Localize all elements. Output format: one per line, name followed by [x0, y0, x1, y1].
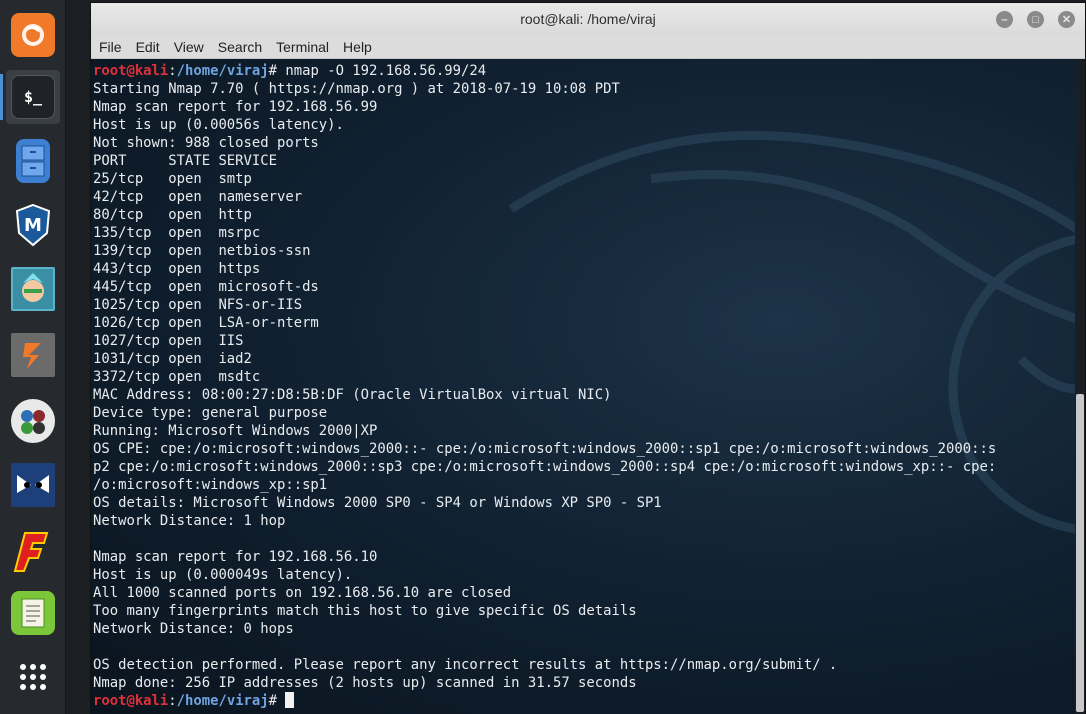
svg-text:M: M [24, 215, 42, 236]
output-line: 1025/tcp open NFS-or-IIS [93, 297, 303, 313]
leafpad-icon [11, 591, 55, 635]
menu-search[interactable]: Search [218, 39, 262, 55]
dock-item-burpsuite[interactable] [6, 328, 60, 382]
menu-view[interactable]: View [174, 39, 204, 55]
output-line: Starting Nmap 7.70 ( https://nmap.org ) … [93, 81, 620, 97]
output-line: All 1000 scanned ports on 192.168.56.10 … [93, 585, 512, 601]
dock-item-terminal[interactable]: $_ [0, 70, 60, 124]
output-line: Nmap scan report for 192.168.56.10 [93, 549, 378, 565]
output-line: 3372/tcp open msdtc [93, 369, 261, 385]
menu-help[interactable]: Help [343, 39, 372, 55]
menu-bar: File Edit View Search Terminal Help [91, 35, 1085, 59]
terminal-icon-label: $_ [23, 88, 43, 106]
prompt-line: root@kali:/home/viraj# [93, 692, 1073, 710]
prompt-path: /home/viraj [176, 693, 269, 709]
output-line: Nmap done: 256 IP addresses (2 hosts up)… [93, 675, 637, 691]
dock-item-show-apps[interactable] [6, 650, 60, 704]
output-line: 1027/tcp open IIS [93, 333, 244, 349]
metasploit-icon: M [11, 203, 55, 247]
output-line: 135/tcp open msrpc [93, 225, 261, 241]
window-titlebar[interactable]: root@kali: /home/viraj – □ ✕ [91, 3, 1085, 35]
output-line: PORT STATE SERVICE [93, 153, 277, 169]
close-icon: ✕ [1061, 14, 1072, 26]
output-line: Device type: general purpose [93, 405, 328, 421]
prompt-user: root@kali [93, 693, 169, 709]
close-button[interactable]: ✕ [1058, 11, 1075, 28]
prompt-separator: : [168, 693, 177, 709]
dock-item-metasploit[interactable]: M [6, 198, 60, 252]
dock-item-leafpad[interactable] [6, 586, 60, 640]
output-line: 1031/tcp open iad2 [93, 351, 252, 367]
dock-item-firefox[interactable] [6, 8, 60, 62]
faraday-icon [11, 529, 55, 573]
output-line: 445/tcp open microsoft-ds [93, 279, 319, 295]
output-line: OS CPE: cpe:/o:microsoft:windows_2000::-… [93, 441, 997, 457]
beef-icon [11, 463, 55, 507]
output-line: MAC Address: 08:00:27:D8:5B:DF (Oracle V… [93, 387, 612, 403]
output-line: p2 cpe:/o:microsoft:windows_2000::sp3 cp… [93, 459, 997, 475]
command-text: nmap -O 192.168.56.99/24 [285, 63, 487, 79]
burpsuite-icon [11, 333, 55, 377]
output-line: 25/tcp open smtp [93, 171, 252, 187]
prompt-end: # [268, 693, 286, 709]
output-line: Too many fingerprints match this host to… [93, 603, 637, 619]
file-manager-icon [16, 139, 50, 183]
output-line: Not shown: 988 closed ports [93, 135, 319, 151]
output-line: 139/tcp open netbios-ssn [93, 243, 311, 259]
terminal-icon: $_ [11, 75, 55, 119]
menu-edit[interactable]: Edit [136, 39, 160, 55]
output-line: OS detection performed. Please report an… [93, 657, 838, 673]
prompt-path: /home/viraj [176, 63, 269, 79]
minimize-icon: – [1001, 13, 1008, 26]
dock-item-files[interactable] [6, 134, 60, 188]
output-line: Host is up (0.000049s latency). [93, 567, 353, 583]
menu-file[interactable]: File [99, 39, 122, 55]
minimize-button[interactable]: – [996, 11, 1013, 28]
terminal-area[interactable]: root@kali:/home/viraj# nmap -O 192.168.5… [91, 59, 1077, 714]
dock-item-armitage[interactable] [6, 262, 60, 316]
dock-item-beef[interactable] [6, 458, 60, 512]
terminal-window: root@kali: /home/viraj – □ ✕ File Edit V… [90, 2, 1086, 714]
dock-item-faraday[interactable] [6, 524, 60, 578]
output-line: Host is up (0.00056s latency). [93, 117, 344, 133]
output-line: 1026/tcp open LSA-or-nterm [93, 315, 319, 331]
prompt-line: root@kali:/home/viraj# nmap -O 192.168.5… [93, 62, 1073, 80]
prompt-separator: : [168, 63, 177, 79]
output-line: /o:microsoft:windows_xp::sp1 [93, 477, 328, 493]
show-apps-icon [11, 655, 55, 699]
terminal-output: root@kali:/home/viraj# nmap -O 192.168.5… [93, 62, 1073, 710]
terminal-scrollbar[interactable] [1075, 59, 1085, 714]
maximize-icon: □ [1032, 13, 1039, 26]
output-line: Network Distance: 1 hop [93, 513, 286, 529]
output-line: Running: Microsoft Windows 2000|XP [93, 423, 378, 439]
menu-terminal[interactable]: Terminal [276, 39, 329, 55]
output-line: 80/tcp open http [93, 207, 252, 223]
output-line: 42/tcp open nameserver [93, 189, 303, 205]
window-controls: – □ ✕ [996, 11, 1075, 28]
prompt-end: # [268, 63, 286, 79]
dock: $_ M [0, 0, 66, 714]
text-cursor [285, 692, 295, 708]
prompt-user: root@kali [93, 63, 169, 79]
dock-item-maltego[interactable] [6, 394, 60, 448]
output-line: OS details: Microsoft Windows 2000 SP0 -… [93, 495, 662, 511]
maximize-button[interactable]: □ [1027, 11, 1044, 28]
armitage-icon [11, 267, 55, 311]
scrollbar-thumb[interactable] [1076, 394, 1084, 712]
output-line: 443/tcp open https [93, 261, 261, 277]
window-title: root@kali: /home/viraj [520, 11, 656, 27]
maltego-icon [11, 399, 55, 443]
firefox-icon [11, 13, 55, 57]
output-line: Nmap scan report for 192.168.56.99 [93, 99, 378, 115]
output-line: Network Distance: 0 hops [93, 621, 294, 637]
